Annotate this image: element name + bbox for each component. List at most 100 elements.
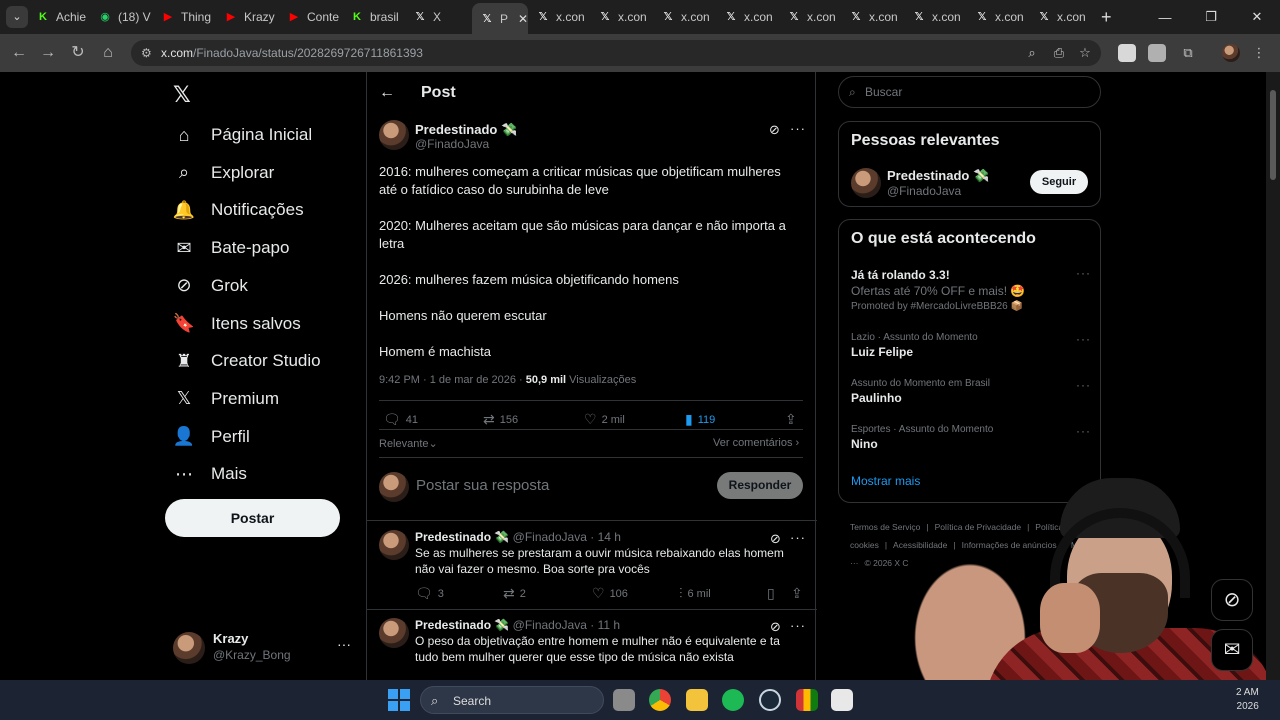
address-bar[interactable]: ⚙ x.com/FinadoJava/status/20282697267118… [131,40,1101,66]
reply-author-handle[interactable]: @FinadoJava [513,530,587,544]
site-info-icon[interactable]: ⚙ [141,46,155,60]
avatar[interactable] [379,120,409,150]
reply-author-name[interactable]: Predestinado 💸 [415,530,509,544]
share-action[interactable]: ⇪ [791,585,803,602]
more-icon[interactable]: ··· [790,121,806,136]
home-browser-icon[interactable]: ⌂ [98,43,118,63]
sort-dropdown[interactable]: Relevante⌄ [379,437,438,450]
grok-icon[interactable]: ⊘ [770,619,781,635]
more-icon[interactable]: ··· [1076,332,1091,346]
browser-tab[interactable]: ▶ Conte [287,5,343,29]
more-icon[interactable]: ··· [1076,266,1091,280]
taskbar-search[interactable]: ⌕ Search [420,686,604,714]
person-name[interactable]: Predestinado 💸 [887,168,989,184]
browser-tab[interactable]: 𝕏x.con [849,5,905,29]
chrome-icon[interactable] [649,689,671,711]
follow-button[interactable]: Seguir [1030,170,1088,194]
winrar-icon[interactable] [796,689,818,711]
nav-item-p-gina-inicial[interactable]: ⌂ Página Inicial [173,121,313,149]
views-action[interactable]: ⫶ 6 mil [679,585,711,602]
nav-item-notifica-es[interactable]: 🔔 Notificações [173,196,304,224]
extensions-puzzle-icon[interactable]: ⧉ [1180,45,1196,61]
browser-menu-icon[interactable]: ⋮ [1251,45,1267,61]
avatar[interactable] [851,168,881,198]
reply-time[interactable]: 14 h [598,530,621,544]
reply-author-handle[interactable]: @FinadoJava [513,618,587,632]
browser-tab[interactable]: 𝕏x.con [536,5,592,29]
spotify-icon[interactable] [722,689,744,711]
trend-item[interactable]: Já tá rolando 3.3! Ofertas até 70% OFF e… [851,266,1091,312]
like-action[interactable]: ♡ 106 [592,585,628,602]
browser-tab[interactable]: K Achie [36,5,92,29]
browser-tab[interactable]: 𝕏x.con [787,5,843,29]
reply-post[interactable]: Predestinado 💸 @FinadoJava · 11 h ⊘ ··· … [379,618,806,680]
taskbar-clock[interactable]: 2 AM 2026 [1236,686,1259,714]
extension-icon[interactable] [1148,44,1166,62]
view-comments-link[interactable]: Ver comentários › [713,437,799,449]
repost-action[interactable]: ⇄ 156 [483,411,518,428]
back-icon[interactable]: ← [9,43,29,63]
grok-icon[interactable]: ⊘ [770,531,781,547]
trend-item[interactable]: Assunto do Momento em Brasil Paulinho ··… [851,378,1091,405]
person-handle[interactable]: @FinadoJava [887,184,961,198]
bookmark-action[interactable]: ▯ [767,585,775,602]
bookmark-action[interactable]: ▮ 119 [685,411,715,428]
steam-icon[interactable] [759,689,781,711]
browser-tab[interactable]: ▶ Thing [161,5,217,29]
app-icon[interactable] [831,689,853,711]
forward-icon[interactable]: → [38,43,58,63]
x-logo-icon[interactable]: 𝕏 [173,82,191,108]
browser-tab[interactable]: 𝕏x.con [724,5,780,29]
minimize-icon[interactable]: — [1142,0,1188,34]
browser-tab[interactable]: ◉ (18) V [98,5,154,29]
nav-item-perfil[interactable]: 👤 Perfil [173,423,250,451]
grok-icon[interactable]: ⊘ [769,122,780,138]
reply-action[interactable]: 🗨 41 [383,411,418,428]
install-app-icon[interactable]: ⎙ [1051,45,1067,61]
grok-float-icon[interactable]: ⊘ [1211,579,1253,621]
scrollbar-thumb[interactable] [1270,90,1276,180]
account-switcher[interactable]: Krazy @Krazy_Bong ··· [173,630,353,666]
more-icon[interactable]: ··· [790,530,806,545]
reply-button[interactable]: Responder [717,472,803,499]
task-view-icon[interactable] [613,689,635,711]
author-handle[interactable]: @FinadoJava [415,137,489,151]
avatar[interactable] [379,618,409,648]
trend-item[interactable]: Lazio · Assunto do Momento Luiz Felipe ·… [851,332,1091,359]
post-time[interactable]: 9:42 PM · 1 de mar de 2026 · [379,374,526,386]
more-icon[interactable]: ··· [337,636,351,652]
trend-item[interactable]: Esportes · Assunto do Momento Nino ··· [851,424,1091,451]
windows-start-icon[interactable] [388,689,410,711]
bookmark-star-icon[interactable]: ☆ [1077,45,1093,61]
nav-item-bate-papo[interactable]: ✉ Bate-papo [173,234,289,262]
browser-tab[interactable]: 𝕏x.con [912,5,968,29]
browser-tab[interactable]: 𝕏x.con [661,5,717,29]
browser-tab[interactable]: 𝕏x.con [1037,5,1093,29]
tab-search-button[interactable]: ⌄ [6,6,28,28]
browser-tab[interactable]: 𝕏X [413,5,469,29]
nav-item-mais[interactable]: ⋯ Mais [173,460,247,488]
more-icon[interactable]: ··· [1076,378,1091,392]
browser-tab[interactable]: 𝕏x.con [598,5,654,29]
browser-tab[interactable]: Kbrasil [350,5,406,29]
avatar[interactable] [379,530,409,560]
reply-author-name[interactable]: Predestinado 💸 [415,618,509,632]
reply-time[interactable]: 11 h [598,618,620,632]
more-icon[interactable]: ··· [790,618,806,633]
nav-item-explorar[interactable]: ⌕ Explorar [173,159,274,187]
close-window-icon[interactable]: ✕ [1234,0,1280,34]
browser-tab[interactable]: 𝕏x.con [975,5,1031,29]
browser-tab[interactable]: 𝕏 P ✕ [472,3,528,34]
close-tab-icon[interactable]: ✕ [518,12,528,26]
nav-item-premium[interactable]: 𝕏 Premium [173,385,279,413]
nav-item-grok[interactable]: ⊘ Grok [173,272,247,300]
restore-icon[interactable]: ❐ [1188,0,1234,34]
extension-icon[interactable] [1118,44,1136,62]
author-name[interactable]: Predestinado 💸 [415,122,517,138]
search-input[interactable]: ⌕ Buscar [838,76,1101,108]
nav-item-itens-salvos[interactable]: 🔖 Itens salvos [173,310,301,338]
browser-tab[interactable]: ▶ Krazy [224,5,280,29]
messages-float-icon[interactable]: ✉ [1211,629,1253,671]
like-action[interactable]: ♡ 2 mil [584,411,625,428]
reload-icon[interactable]: ↻ [68,43,88,63]
